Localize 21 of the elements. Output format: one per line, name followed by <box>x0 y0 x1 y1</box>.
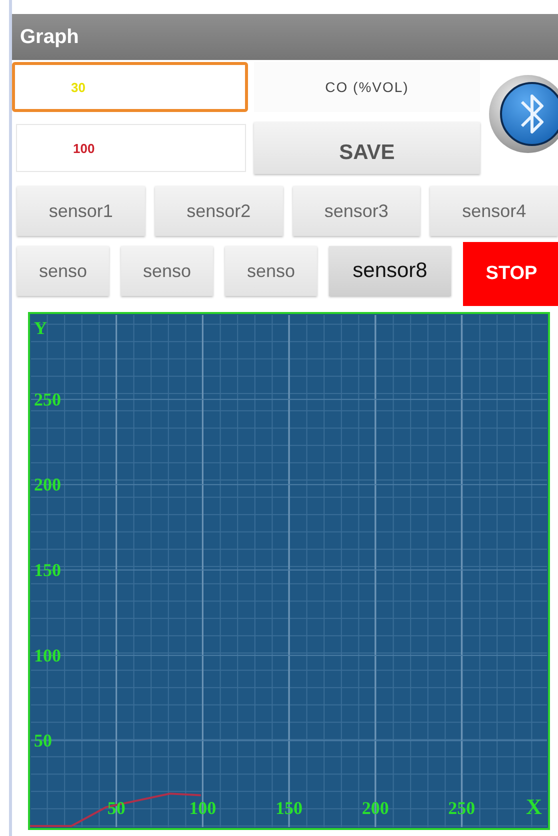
y-tick-label: 250 <box>34 389 61 410</box>
stop-button[interactable]: STOP <box>463 242 558 306</box>
y-axis-label: Y <box>34 318 47 338</box>
bluetooth-icon[interactable] <box>488 74 558 154</box>
sensor-button[interactable]: sensor4 <box>430 186 558 236</box>
sensor-button[interactable]: sensor2 <box>154 186 282 236</box>
x-axis-label: X <box>526 794 542 819</box>
sensor-button[interactable]: senso <box>17 246 109 296</box>
unit-label: CO (%VOL) <box>254 62 480 112</box>
sensor-button[interactable]: sensor8 <box>329 246 451 296</box>
save-button[interactable]: SAVE <box>254 122 480 174</box>
y-tick-label: 100 <box>34 645 61 666</box>
sensor-button[interactable]: senso <box>121 246 213 296</box>
sensor-button[interactable]: senso <box>225 246 317 296</box>
window-title: Graph <box>20 26 79 48</box>
number-field[interactable]: 100 <box>16 124 246 172</box>
y-tick-label: 50 <box>34 730 52 751</box>
y-tick-label: 150 <box>34 560 61 580</box>
sensor-button[interactable]: sensor3 <box>292 186 420 236</box>
sensor-button[interactable]: sensor1 <box>17 186 145 236</box>
y-tick-label: 200 <box>34 474 61 495</box>
